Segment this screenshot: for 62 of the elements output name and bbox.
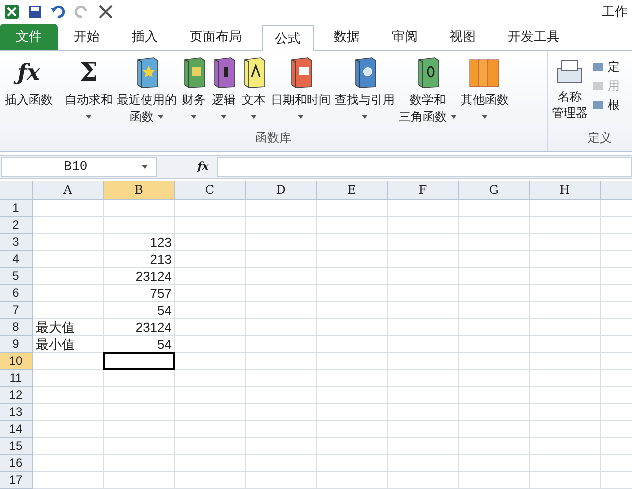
row-header[interactable]: 17 — [0, 472, 33, 489]
group-label: 函数库 — [256, 130, 292, 147]
table-cell-text: 23124 — [134, 318, 173, 337]
row-header[interactable]: 8 — [0, 319, 33, 336]
row-header[interactable]: 5 — [0, 268, 33, 285]
table-cell-text: 213 — [149, 250, 173, 269]
ribbon-button[interactable]: 数学和 三角函数 — [398, 55, 458, 125]
row-header[interactable]: 9 — [0, 336, 33, 353]
ribbon-small-button[interactable]: 根 — [592, 97, 620, 113]
ribbon-tab[interactable]: 公式 — [262, 25, 314, 51]
table-cell-text: 23124 — [134, 268, 173, 286]
insert-function-icon[interactable]: fx — [198, 158, 209, 176]
ribbon-button[interactable]: 日期和时间 — [270, 55, 332, 125]
ribbon-button[interactable]: 文本 — [240, 55, 268, 125]
ribbon-button[interactable]: 逻辑 — [210, 55, 238, 125]
row-header[interactable]: 12 — [0, 387, 33, 404]
table-cell-text: 最小值 — [35, 336, 76, 354]
row-header[interactable]: 15 — [0, 438, 33, 455]
table-cell-text: 最大值 — [35, 318, 76, 337]
caret-icon — [142, 165, 148, 169]
row-header[interactable]: 3 — [0, 234, 33, 251]
ribbon-small-button[interactable]: 定 — [592, 59, 620, 75]
sigma-icon: Σ — [80, 57, 98, 89]
ribbon-tab[interactable]: 视图 — [434, 24, 492, 50]
spreadsheet-app-icon[interactable] — [4, 4, 20, 20]
row-header[interactable]: 7 — [0, 302, 33, 319]
row-header[interactable]: 11 — [0, 370, 33, 387]
save-icon[interactable] — [28, 5, 42, 19]
table-cell-text: 54 — [156, 336, 173, 354]
ribbon-tab[interactable]: 页面布局 — [174, 24, 258, 50]
table-cell-text: 123 — [149, 234, 173, 252]
window-title: 工作 — [602, 3, 628, 22]
ribbon-button[interactable]: Σ 自动求和 — [64, 55, 114, 125]
ribbon-tab[interactable]: 开始 — [58, 24, 116, 50]
row-header[interactable]: 16 — [0, 455, 33, 472]
ribbon-button[interactable]: 查找与引用 — [334, 55, 396, 125]
column-header[interactable]: B — [104, 181, 175, 199]
ribbon-tab[interactable]: 开发工具 — [492, 24, 576, 50]
group-label: 定义 — [587, 130, 613, 147]
selected-cell[interactable] — [103, 352, 175, 370]
table-cell-text: 757 — [149, 284, 173, 303]
ribbon-button[interactable]: ƒx 插入函数 — [4, 55, 54, 108]
ribbon-button[interactable]: 最近使用的 函数 — [116, 55, 178, 125]
row-header[interactable]: 14 — [0, 421, 33, 438]
row-header[interactable]: 13 — [0, 404, 33, 421]
row-header[interactable]: 2 — [0, 217, 33, 234]
row-header[interactable]: 10 — [0, 353, 33, 370]
ribbon-tab[interactable]: 插入 — [116, 24, 174, 50]
file-tab[interactable]: 文件 — [0, 24, 58, 50]
name-manager-button[interactable]: 名称 管理器 — [552, 55, 588, 129]
ribbon-tab[interactable]: 数据 — [318, 24, 376, 50]
row-header[interactable]: 6 — [0, 285, 33, 302]
undo-icon[interactable] — [50, 5, 66, 19]
ribbon-button[interactable]: 其他函数 — [460, 55, 510, 125]
books-icon — [468, 57, 502, 89]
table-cell-text: 54 — [156, 302, 173, 320]
ribbon-button[interactable]: 财务 — [180, 55, 208, 125]
row-header[interactable]: 4 — [0, 251, 33, 268]
name-box[interactable]: B10 — [1, 157, 157, 177]
formula-input[interactable] — [217, 157, 632, 177]
ribbon-tab[interactable]: 审阅 — [376, 24, 434, 50]
row-header[interactable]: 1 — [0, 200, 33, 217]
